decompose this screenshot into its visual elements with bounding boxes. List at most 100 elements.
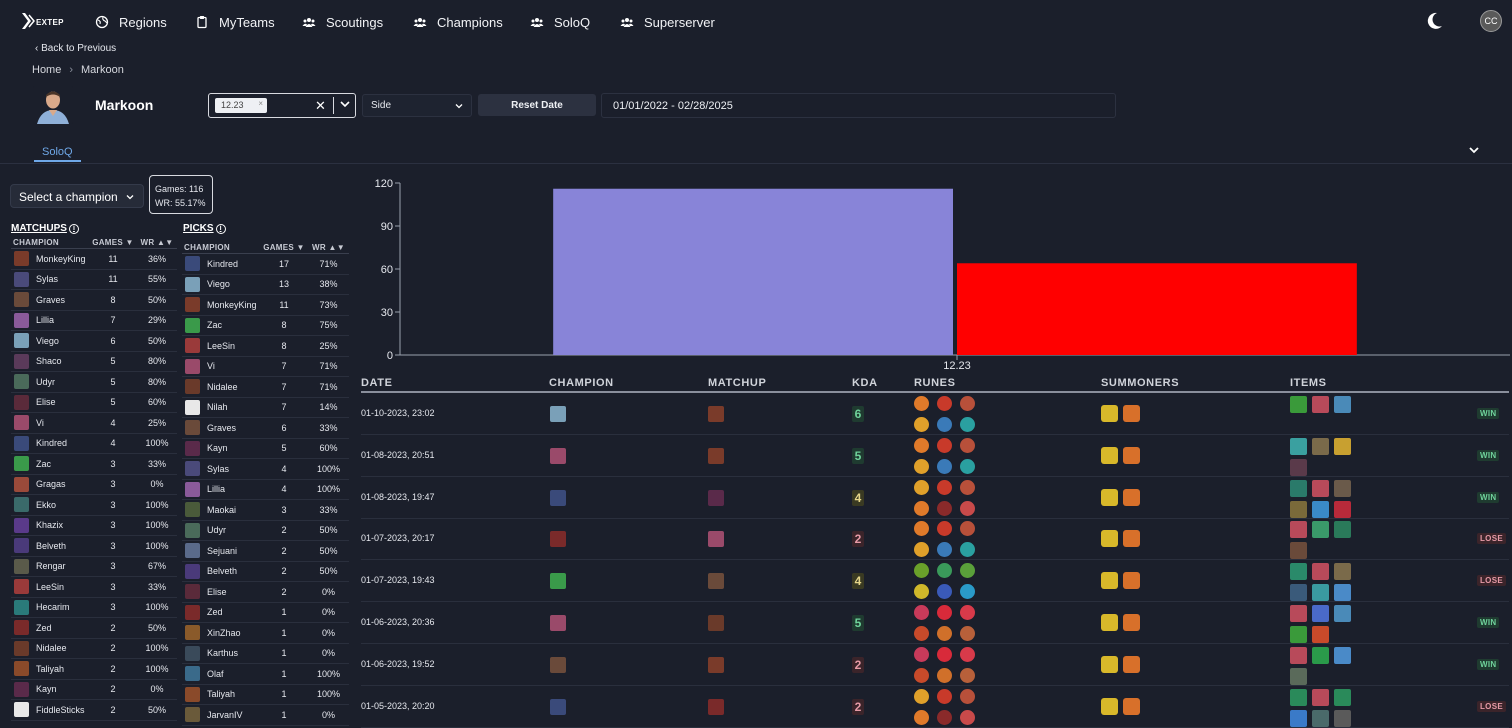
table-row[interactable]: Zed 2 50%	[11, 618, 177, 639]
user-avatar[interactable]: CC	[1480, 10, 1502, 32]
nav-soloq[interactable]: SoloQ	[530, 12, 590, 32]
reset-date-button[interactable]: Reset Date	[478, 94, 596, 116]
match-row[interactable]: 01-08-2023, 20:51 5 WIN	[361, 435, 1509, 477]
match-row[interactable]: 01-07-2023, 19:43 4 LOSE	[361, 560, 1509, 603]
games-value: 17	[278, 258, 289, 269]
champion-icon	[14, 558, 29, 574]
table-row[interactable]: Sylas 4 100%	[182, 459, 349, 480]
back-link[interactable]: ‹ Back to Previous	[35, 43, 116, 54]
table-row[interactable]: Karthus 1 0%	[182, 644, 349, 664]
nav-superserver[interactable]: Superserver	[620, 12, 715, 32]
chip-remove-icon[interactable]: ×	[258, 99, 263, 108]
table-row[interactable]: Udyr 5 80%	[11, 372, 177, 393]
table-row[interactable]: Viego 13 38%	[182, 275, 349, 295]
row-champion: Kindred	[182, 256, 260, 272]
table-row[interactable]: Graves 6 33%	[182, 418, 349, 439]
table-row[interactable]: Kayn 5 60%	[182, 439, 349, 459]
table-row[interactable]: Lillia 4 100%	[182, 480, 349, 500]
bar-series-0[interactable]	[553, 188, 953, 355]
table-row[interactable]: Nilah 7 14%	[182, 398, 349, 418]
nav-scoutings[interactable]: Scoutings	[302, 12, 383, 32]
nav-champions[interactable]: Champions	[413, 12, 503, 32]
table-row[interactable]: Sylas 11 55%	[11, 270, 177, 290]
nextep-logo[interactable]: EXTEP	[20, 11, 66, 31]
picks-title-label: PICKS	[183, 223, 214, 234]
col-games-sort[interactable]: GAMES ▼	[89, 238, 137, 247]
nav-myteams[interactable]: MyTeams	[195, 12, 275, 32]
table-row[interactable]: Graves 8 50%	[11, 290, 177, 311]
champion-select[interactable]: Select a champion	[10, 184, 144, 208]
table-row[interactable]: Nidalee 7 71%	[182, 377, 349, 398]
table-row[interactable]: Khazix 3 100%	[11, 516, 177, 536]
table-row[interactable]: Taliyah 2 100%	[11, 659, 177, 680]
table-row[interactable]: Gragas 3 0%	[11, 475, 177, 495]
table-row[interactable]: XinZhao 1 0%	[182, 623, 349, 644]
info-icon[interactable]: i	[68, 223, 79, 234]
smite-summoner-icon	[1123, 572, 1140, 590]
table-row[interactable]: Kindred 17 71%	[182, 254, 349, 275]
clear-icon[interactable]: ✕	[315, 98, 326, 114]
table-row[interactable]: Taliyah 1 100%	[182, 685, 349, 705]
date-range-input[interactable]: 01/01/2022 - 02/28/2025	[601, 93, 1116, 118]
match-row[interactable]: 01-08-2023, 19:47 4 WIN	[361, 477, 1509, 519]
rune-icon	[960, 563, 975, 579]
champion-name: MonkeyKing	[36, 253, 86, 264]
table-row[interactable]: Zac 8 75%	[182, 316, 349, 336]
table-row[interactable]: JarvanIV 1 0%	[182, 705, 349, 726]
table-row[interactable]: Shaco 5 80%	[11, 352, 177, 372]
table-row[interactable]: Belveth 3 100%	[11, 536, 177, 557]
flash-summoner-icon	[1101, 488, 1118, 506]
col-wr-sort[interactable]: WR ▲▼	[137, 238, 177, 247]
table-row[interactable]: Rengar 3 67%	[11, 557, 177, 577]
row-champion: Sejuani	[182, 543, 260, 559]
table-row[interactable]: Zac 3 33%	[11, 454, 177, 475]
table-row[interactable]: Sejuani 2 50%	[182, 541, 349, 562]
match-row[interactable]: 01-10-2023, 23:02 6 WIN	[361, 393, 1509, 435]
table-row[interactable]: Kayn 2 0%	[11, 680, 177, 700]
table-row[interactable]: Belveth 2 50%	[182, 562, 349, 582]
table-row[interactable]: MonkeyKing 11 36%	[11, 249, 177, 270]
table-row[interactable]: Elise 5 60%	[11, 393, 177, 413]
chevron-down-icon[interactable]	[1468, 145, 1480, 155]
breadcrumb-home[interactable]: Home	[32, 64, 61, 76]
patch-multiselect[interactable]: 12.23 × ✕	[208, 93, 356, 118]
winrate-value: 71%	[319, 381, 338, 392]
table-row[interactable]: LeeSin 8 25%	[182, 336, 349, 357]
item-icon	[1290, 521, 1307, 539]
table-row[interactable]: Udyr 2 50%	[182, 521, 349, 541]
col-games-sort[interactable]: GAMES ▼	[260, 243, 308, 252]
games-total: Games: 116	[155, 184, 204, 194]
nav-regions[interactable]: Regions	[95, 12, 167, 32]
games-value: 2	[281, 545, 287, 556]
side-select[interactable]: Side	[362, 94, 472, 117]
row-champion: Viego	[182, 276, 260, 292]
bar-series-1[interactable]	[957, 263, 1357, 355]
table-row[interactable]: Kindred 4 100%	[11, 434, 177, 454]
table-row[interactable]: LeeSin 3 33%	[11, 577, 177, 598]
tab-soloq[interactable]: SoloQ	[42, 146, 73, 158]
table-row[interactable]: Olaf 1 100%	[182, 664, 349, 685]
table-row[interactable]: Nidalee 2 100%	[11, 639, 177, 659]
match-row[interactable]: 01-06-2023, 20:36 5 WIN	[361, 602, 1509, 644]
rune-icon	[914, 563, 929, 579]
info-icon[interactable]: i	[215, 223, 226, 234]
table-row[interactable]: Elise 2 0%	[182, 582, 349, 603]
match-row[interactable]: 01-07-2023, 20:17 2 LOSE	[361, 518, 1509, 561]
dark-mode-moon-icon[interactable]	[1427, 12, 1443, 30]
table-row[interactable]: Maokai 3 33%	[182, 500, 349, 521]
match-row[interactable]: 01-05-2023, 20:20 2 LOSE	[361, 686, 1509, 728]
champion-name: Belveth	[207, 566, 238, 577]
table-row[interactable]: Vi 7 71%	[182, 357, 349, 377]
kda-badge: 2	[852, 698, 864, 715]
table-row[interactable]: Viego 6 50%	[11, 331, 177, 352]
match-row[interactable]: 01-06-2023, 19:52 2 WIN	[361, 644, 1509, 686]
table-row[interactable]: FiddleSticks 2 50%	[11, 700, 177, 721]
table-row[interactable]: MonkeyKing 11 73%	[182, 295, 349, 316]
table-row[interactable]: Ekko 3 100%	[11, 495, 177, 516]
table-row[interactable]: Hecarim 3 100%	[11, 598, 177, 618]
table-row[interactable]: Lillia 7 29%	[11, 311, 177, 331]
table-row[interactable]: Vi 4 25%	[11, 413, 177, 434]
col-wr-sort[interactable]: WR ▲▼	[308, 243, 349, 252]
table-row[interactable]: Zed 1 0%	[182, 603, 349, 623]
chevron-down-icon[interactable]	[340, 99, 350, 109]
